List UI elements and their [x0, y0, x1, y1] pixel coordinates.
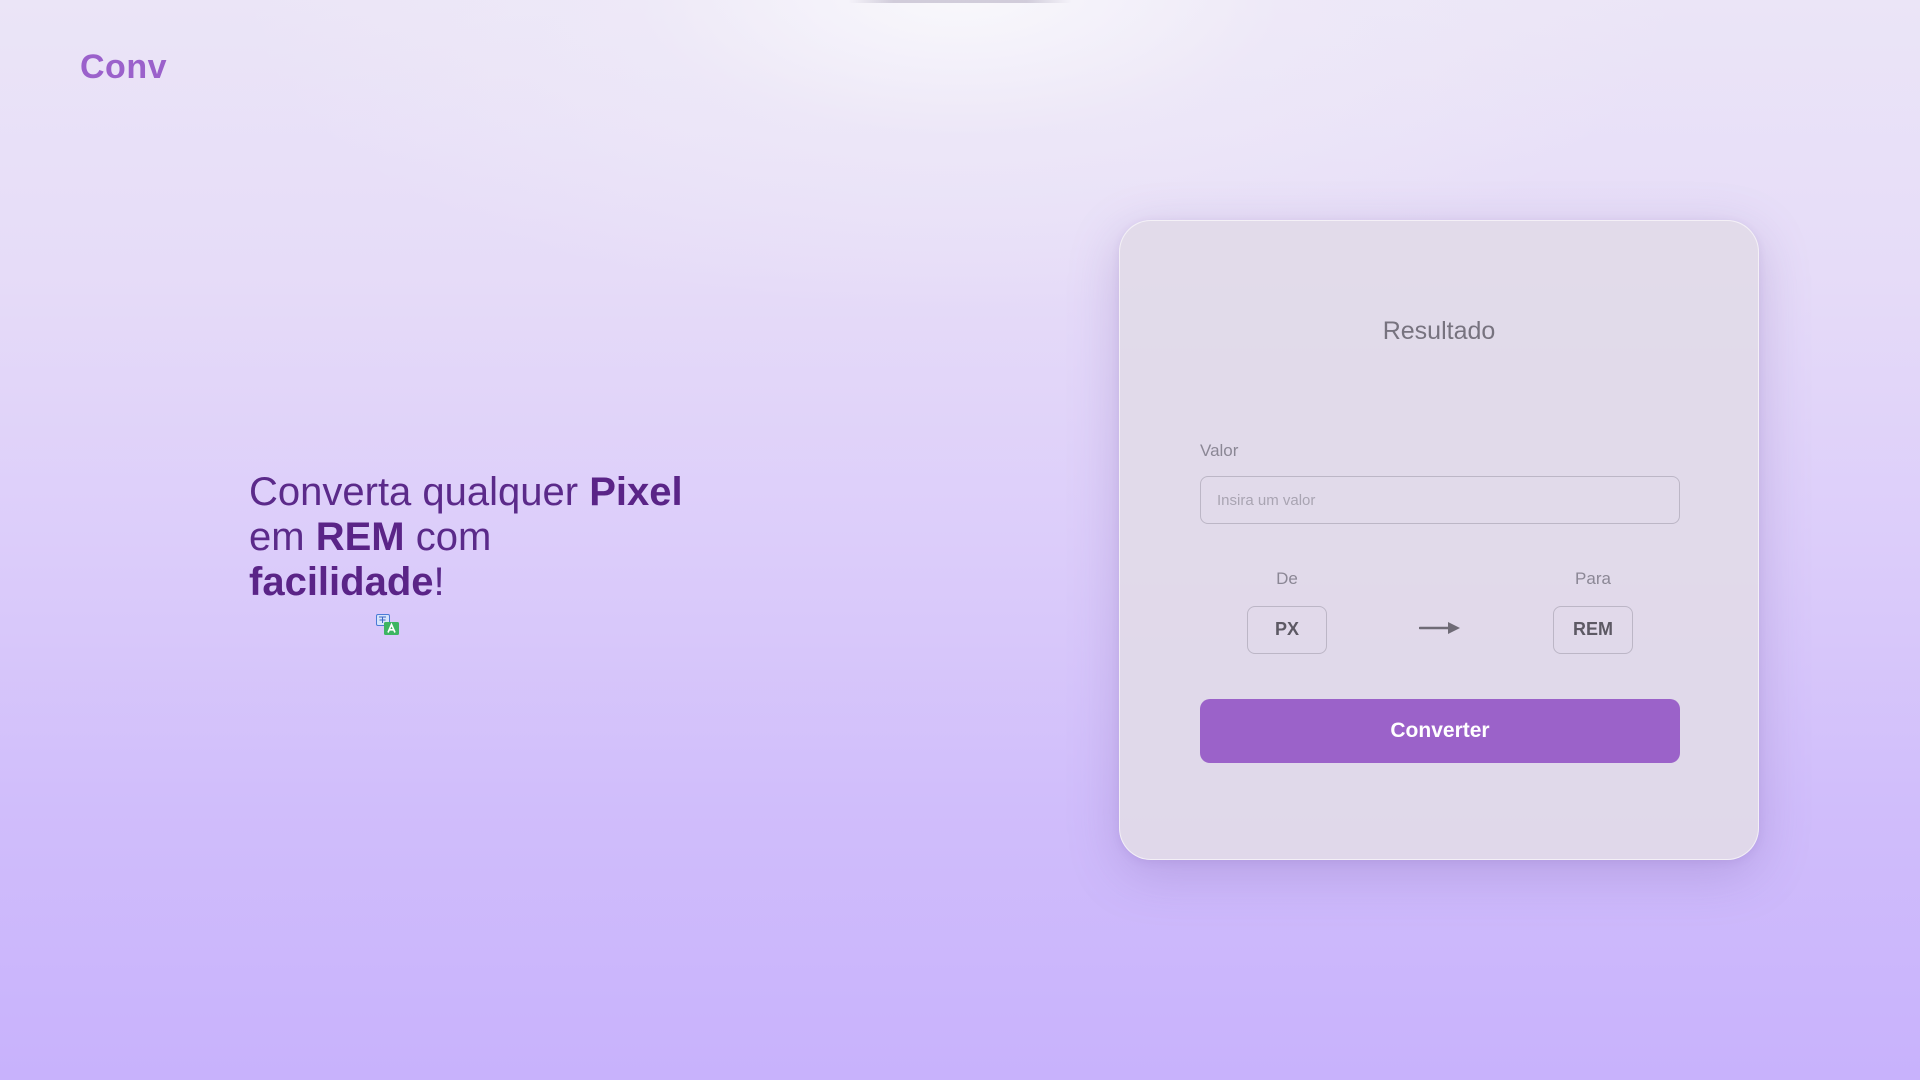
- hero-highlight-facilidade: facilidade: [249, 560, 434, 604]
- hero-headline: Converta qualquer Pixel em REM com facil…: [249, 470, 769, 605]
- from-label: De: [1276, 569, 1298, 588]
- hero-text-part: !: [433, 560, 445, 604]
- hero-text-part: em: [249, 515, 316, 559]
- hero-highlight-pixel: Pixel: [589, 470, 683, 514]
- hero-highlight-rem: REM: [315, 515, 405, 559]
- result-display: Resultado: [1382, 317, 1496, 345]
- hero-text-part: com: [404, 515, 492, 559]
- arrow-right-icon: [1418, 619, 1461, 637]
- top-edge-element: [848, 0, 1072, 3]
- converter-card: Resultado Valor De PX Para REM Converter: [1119, 220, 1759, 860]
- to-unit-button[interactable]: REM: [1553, 606, 1633, 654]
- hero-text-part: Converta qualquer: [249, 470, 590, 514]
- logo[interactable]: Conv: [80, 48, 167, 87]
- to-label: Para: [1575, 569, 1611, 588]
- from-unit-button[interactable]: PX: [1247, 606, 1327, 654]
- translate-icon[interactable]: [376, 614, 400, 636]
- value-label: Valor: [1200, 441, 1239, 460]
- value-input[interactable]: [1200, 476, 1680, 524]
- convert-button[interactable]: Converter: [1200, 699, 1680, 763]
